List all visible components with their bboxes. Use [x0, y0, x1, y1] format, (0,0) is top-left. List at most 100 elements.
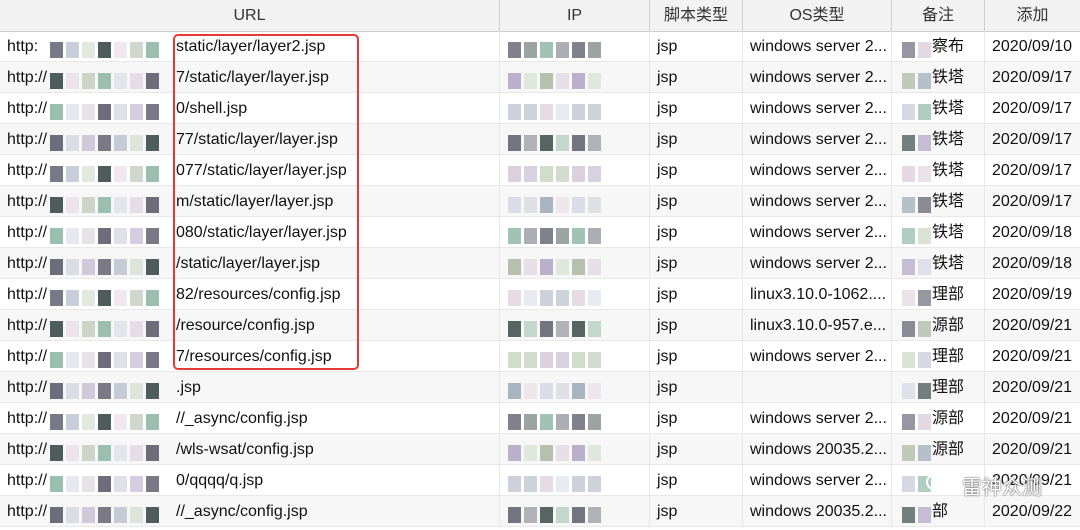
- table-row[interactable]: http:// m/static/layer/layer.jsp jsp window…: [0, 186, 1080, 217]
- added-date-cell[interactable]: 2020/09/21: [985, 341, 1080, 372]
- note-cell[interactable]: 铁塔: [892, 155, 985, 186]
- url-cell[interactable]: http:// /resource/config.jsp: [0, 310, 500, 341]
- os-type-cell[interactable]: windows server 2...: [743, 62, 892, 93]
- os-type-cell[interactable]: windows 20035.2...: [743, 496, 892, 527]
- os-type-cell[interactable]: linux3.10.0-957.e...: [743, 310, 892, 341]
- ip-cell[interactable]: [500, 434, 650, 465]
- table-row[interactable]: http:// 080/static/layer/layer.jsp jsp wind…: [0, 217, 1080, 248]
- table-row[interactable]: http:// /wls-wsat/config.jsp jsp windows 20…: [0, 434, 1080, 465]
- table-row[interactable]: http:// 0/qqqq/q.jsp jsp windows server 2..…: [0, 465, 1080, 496]
- script-type-cell[interactable]: jsp: [650, 372, 743, 403]
- os-type-cell[interactable]: windows server 2...: [743, 93, 892, 124]
- note-cell[interactable]: 铁塔: [892, 93, 985, 124]
- os-type-cell[interactable]: windows server 2...: [743, 217, 892, 248]
- url-cell[interactable]: http:// //_async/config.jsp: [0, 496, 500, 527]
- table-row[interactable]: http:// //_async/config.jsp jsp windows 200…: [0, 496, 1080, 527]
- url-cell[interactable]: http:// /static/layer/layer.jsp: [0, 248, 500, 279]
- column-header-note[interactable]: 备注: [892, 0, 985, 31]
- note-cell[interactable]: 铁塔: [892, 186, 985, 217]
- note-cell[interactable]: 部: [892, 496, 985, 527]
- added-date-cell[interactable]: 2020/09/17: [985, 124, 1080, 155]
- added-date-cell[interactable]: 2020/09/18: [985, 248, 1080, 279]
- column-header-added[interactable]: 添加: [985, 0, 1080, 31]
- os-type-cell[interactable]: windows server 2...: [743, 186, 892, 217]
- ip-cell[interactable]: [500, 62, 650, 93]
- added-date-cell[interactable]: 2020/09/21: [985, 434, 1080, 465]
- os-type-cell[interactable]: windows server 2...: [743, 155, 892, 186]
- column-header-os-type[interactable]: OS类型: [743, 0, 892, 31]
- table-row[interactable]: http:// 7/resources/config.jsp jsp windows …: [0, 341, 1080, 372]
- ip-cell[interactable]: [500, 217, 650, 248]
- note-cell[interactable]: 理部: [892, 372, 985, 403]
- url-cell[interactable]: http:// //_async/config.jsp: [0, 403, 500, 434]
- os-type-cell[interactable]: linux3.10.0-1062....: [743, 279, 892, 310]
- script-type-cell[interactable]: jsp: [650, 341, 743, 372]
- table-row[interactable]: http:// 077/static/layer/layer.jsp jsp wind…: [0, 155, 1080, 186]
- script-type-cell[interactable]: jsp: [650, 465, 743, 496]
- os-type-cell[interactable]: windows server 2...: [743, 124, 892, 155]
- table-row[interactable]: http:// //_async/config.jsp jsp windows ser…: [0, 403, 1080, 434]
- script-type-cell[interactable]: jsp: [650, 217, 743, 248]
- note-cell[interactable]: 源部: [892, 310, 985, 341]
- os-type-cell[interactable]: windows server 2...: [743, 341, 892, 372]
- added-date-cell[interactable]: 2020/09/17: [985, 155, 1080, 186]
- note-cell[interactable]: 铁塔: [892, 124, 985, 155]
- table-row[interactable]: http:// 82/resources/config.jsp jsp linux3.…: [0, 279, 1080, 310]
- added-date-cell[interactable]: 2020/09/22: [985, 496, 1080, 527]
- url-cell[interactable]: http:// .jsp: [0, 372, 500, 403]
- script-type-cell[interactable]: jsp: [650, 31, 743, 62]
- note-cell[interactable]: 源部: [892, 434, 985, 465]
- table-row[interactable]: http:// 77/static/layer/layer.jsp jsp windo…: [0, 124, 1080, 155]
- note-cell[interactable]: 理部: [892, 279, 985, 310]
- url-cell[interactable]: http:// 77/static/layer/layer.jsp: [0, 124, 500, 155]
- script-type-cell[interactable]: jsp: [650, 496, 743, 527]
- url-cell[interactable]: http:// 0/shell.jsp: [0, 93, 500, 124]
- os-type-cell[interactable]: windows server 2...: [743, 31, 892, 62]
- os-type-cell[interactable]: windows server 2...: [743, 248, 892, 279]
- column-header-url[interactable]: URL: [0, 0, 500, 31]
- script-type-cell[interactable]: jsp: [650, 124, 743, 155]
- table-row[interactable]: http: static/layer/layer2.jsp jsp windows s…: [0, 31, 1080, 62]
- os-type-cell[interactable]: windows 20035.2...: [743, 434, 892, 465]
- script-type-cell[interactable]: jsp: [650, 186, 743, 217]
- url-cell[interactable]: http:// m/static/layer/layer.jsp: [0, 186, 500, 217]
- script-type-cell[interactable]: jsp: [650, 248, 743, 279]
- added-date-cell[interactable]: 2020/09/21: [985, 310, 1080, 341]
- added-date-cell[interactable]: 2020/09/21: [985, 403, 1080, 434]
- script-type-cell[interactable]: jsp: [650, 403, 743, 434]
- ip-cell[interactable]: [500, 248, 650, 279]
- ip-cell[interactable]: [500, 279, 650, 310]
- added-date-cell[interactable]: 2020/09/18: [985, 217, 1080, 248]
- note-cell[interactable]: 铁塔: [892, 217, 985, 248]
- ip-cell[interactable]: [500, 310, 650, 341]
- script-type-cell[interactable]: jsp: [650, 62, 743, 93]
- note-cell[interactable]: 铁塔: [892, 248, 985, 279]
- added-date-cell[interactable]: 2020/09/19: [985, 279, 1080, 310]
- added-date-cell[interactable]: 2020/09/21: [985, 372, 1080, 403]
- ip-cell[interactable]: [500, 31, 650, 62]
- note-cell[interactable]: 源部: [892, 403, 985, 434]
- url-cell[interactable]: http:// 0/qqqq/q.jsp: [0, 465, 500, 496]
- added-date-cell[interactable]: 2020/09/17: [985, 62, 1080, 93]
- url-cell[interactable]: http:// 077/static/layer/layer.jsp: [0, 155, 500, 186]
- script-type-cell[interactable]: jsp: [650, 93, 743, 124]
- ip-cell[interactable]: [500, 124, 650, 155]
- column-header-script-type[interactable]: 脚本类型: [650, 0, 743, 31]
- note-cell[interactable]: 察布: [892, 31, 985, 62]
- table-row[interactable]: http:// .jsp jsp 理部 2020/09/21: [0, 372, 1080, 403]
- ip-cell[interactable]: [500, 372, 650, 403]
- ip-cell[interactable]: [500, 403, 650, 434]
- table-row[interactable]: http:// /static/layer/layer.jsp jsp windows…: [0, 248, 1080, 279]
- table-row[interactable]: http:// 7/static/layer/layer.jsp jsp window…: [0, 62, 1080, 93]
- url-cell[interactable]: http:// 7/static/layer/layer.jsp: [0, 62, 500, 93]
- added-date-cell[interactable]: 2020/09/17: [985, 186, 1080, 217]
- added-date-cell[interactable]: 2020/09/17: [985, 93, 1080, 124]
- column-header-ip[interactable]: IP: [500, 0, 650, 31]
- url-cell[interactable]: http:// 080/static/layer/layer.jsp: [0, 217, 500, 248]
- url-cell[interactable]: http:// 7/resources/config.jsp: [0, 341, 500, 372]
- script-type-cell[interactable]: jsp: [650, 310, 743, 341]
- os-type-cell[interactable]: [743, 372, 892, 403]
- note-cell[interactable]: 理部: [892, 341, 985, 372]
- script-type-cell[interactable]: jsp: [650, 155, 743, 186]
- os-type-cell[interactable]: windows server 2...: [743, 465, 892, 496]
